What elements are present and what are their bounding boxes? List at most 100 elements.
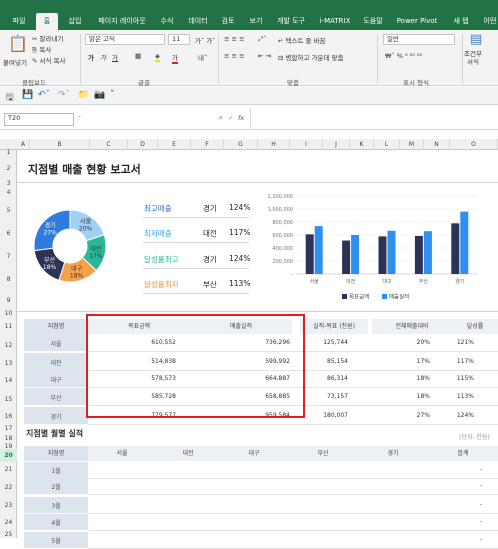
column-header-L[interactable]: L: [374, 139, 400, 150]
tab-10[interactable]: 도움말: [358, 13, 388, 30]
tab-12[interactable]: 새 탭: [446, 13, 476, 30]
number-format-select[interactable]: 일반: [383, 34, 455, 45]
row-header-4[interactable]: 4: [0, 187, 17, 199]
tab-9[interactable]: i-MATRIX: [316, 13, 354, 30]
bold-button[interactable]: 가: [88, 52, 94, 62]
redo-icon[interactable]: ↷ˇ: [58, 90, 70, 100]
save-icon[interactable]: 🖫: [6, 90, 14, 106]
share-donut-chart[interactable]: 서울20%대전17%대구18%부산18%경기27%: [20, 196, 120, 296]
font-color-button[interactable]: 가: [172, 52, 178, 64]
column-header-O[interactable]: O: [450, 139, 498, 150]
tab-4[interactable]: 수식: [155, 13, 179, 30]
conditional-format-icon[interactable]: ▤: [470, 32, 482, 47]
row-header-20[interactable]: 20: [0, 449, 17, 462]
tab-1[interactable]: 홈: [36, 13, 58, 30]
kpi-divider-1: [143, 242, 249, 243]
row-header-11[interactable]: 11: [0, 318, 17, 336]
customize-qat-icon[interactable]: ˇ: [110, 90, 115, 100]
underline-button[interactable]: 가: [112, 52, 118, 62]
column-header-D[interactable]: D: [128, 139, 158, 150]
font-name-select[interactable]: 맑은 고딕: [85, 34, 165, 45]
row-header-25[interactable]: 25: [0, 532, 17, 538]
quick-access-toolbar: 🖫 💾 ↶ˇ ↷ˇ 📁 📷 ˇ: [0, 87, 498, 105]
align-top-button[interactable]: ≡ ≡ ≡: [224, 35, 244, 43]
row-header-15[interactable]: 15: [0, 390, 17, 409]
row-header-24[interactable]: 24: [0, 514, 17, 532]
tab-2[interactable]: 삽입: [62, 13, 88, 30]
paste-icon[interactable]: 📋: [8, 34, 28, 53]
column-header-K[interactable]: K: [350, 139, 374, 150]
divider: [250, 108, 251, 130]
donut-label-pct-1: 17%: [89, 253, 103, 260]
paste-button[interactable]: 붙여넣기: [3, 57, 27, 67]
tab-11[interactable]: Power Pivot: [393, 13, 441, 30]
orientation-button[interactable]: ⤢ˇ: [258, 35, 266, 44]
tab-0[interactable]: 파일: [6, 13, 32, 30]
confirm-icon[interactable]: ✓: [228, 114, 233, 122]
table-header-4: 전체매출대비: [372, 319, 452, 334]
kpi-label-2: 달성률최고: [144, 255, 179, 264]
conditional-format-button[interactable]: 조건부 서식: [464, 50, 482, 66]
column-header-J[interactable]: J: [323, 139, 350, 150]
fill-color-button[interactable]: ◈: [155, 52, 160, 62]
italic-button[interactable]: 가: [100, 52, 106, 62]
tab-3[interactable]: 페이지 레이아웃: [93, 13, 151, 30]
save-icon-2[interactable]: 💾: [22, 90, 33, 100]
name-box-dropdown-icon[interactable]: ˇ: [78, 115, 81, 123]
copy-button[interactable]: ⎘ 복사: [32, 44, 51, 55]
fill-color-icon: ◈: [155, 52, 160, 62]
row-header-6[interactable]: 6: [0, 223, 17, 245]
row-header-9[interactable]: 9: [0, 291, 17, 310]
row-header-23[interactable]: 23: [0, 497, 17, 514]
phonetic-button[interactable]: 내ˇ: [198, 52, 207, 62]
row-header-14[interactable]: 14: [0, 372, 17, 390]
row-header-7[interactable]: 7: [0, 245, 17, 268]
row-header-17[interactable]: 17: [0, 424, 17, 433]
column-header-G[interactable]: G: [224, 139, 258, 150]
cancel-icon[interactable]: ✕: [218, 114, 223, 122]
table-cell: 121%: [456, 339, 474, 346]
tab-7[interactable]: 보기: [244, 13, 268, 30]
row-header-12[interactable]: 12: [0, 336, 17, 355]
row-header-21[interactable]: 21: [0, 462, 17, 478]
insert-function-button[interactable]: fx: [238, 114, 244, 122]
column-header-M[interactable]: M: [400, 139, 424, 150]
column-header-E[interactable]: E: [158, 139, 191, 150]
row-header-8[interactable]: 8: [0, 268, 17, 291]
row-header-22[interactable]: 22: [0, 478, 17, 497]
align-left-button[interactable]: ≡ ≡ ≡: [224, 52, 244, 60]
number-format-buttons[interactable]: ₩ˇ % ⁹ ⁰⁰ ⁰⁰: [385, 52, 422, 60]
column-header-H[interactable]: H: [258, 139, 290, 150]
target-vs-sales-bar-chart[interactable]: 1,200,000 1,000,000 800,000 600,000 400,000 2…: [258, 186, 483, 306]
column-header-B[interactable]: B: [30, 139, 90, 150]
camera-icon[interactable]: 📷: [94, 90, 105, 100]
tab-13[interactable]: 어떤: [480, 13, 498, 30]
open-icon[interactable]: 📁: [78, 90, 89, 100]
table-cell: 73,157: [327, 393, 348, 400]
column-header-A[interactable]: A: [17, 139, 30, 150]
column-header-F[interactable]: F: [191, 139, 224, 150]
format-painter-button[interactable]: ✎ 서식 복사: [32, 55, 66, 65]
table-cell: 18%: [416, 375, 430, 382]
tab-5[interactable]: 데이터: [183, 13, 213, 30]
legend-swatch-0: [342, 294, 347, 299]
column-header-C[interactable]: C: [90, 139, 128, 150]
tab-6[interactable]: 검토: [216, 13, 240, 30]
row-header-10[interactable]: 10: [0, 310, 17, 318]
column-header-N[interactable]: N: [424, 139, 450, 150]
border-button[interactable]: ▦: [135, 52, 141, 60]
indent-button[interactable]: ⇤ ⇥: [258, 52, 271, 60]
column-header-I[interactable]: I: [290, 139, 323, 150]
merge-center-button[interactable]: ⊟ 병합하고 가운데 맞춤: [278, 52, 343, 62]
row-header-16[interactable]: 16: [0, 409, 17, 424]
row-header-13[interactable]: 13: [0, 355, 17, 372]
tab-8[interactable]: 개발 도구: [271, 13, 311, 30]
cut-button[interactable]: ✂ 잘라내기: [32, 33, 63, 43]
font-size-select[interactable]: 11: [168, 34, 190, 45]
row-header-2[interactable]: 2: [0, 156, 17, 181]
undo-icon[interactable]: ↶ˇ: [38, 90, 50, 100]
name-box[interactable]: T20: [4, 113, 74, 126]
row-header-5[interactable]: 5: [0, 199, 17, 223]
wrap-text-button[interactable]: ↵ 텍스트 줄 바꿈: [278, 35, 326, 45]
font-grow-button[interactable]: 가ˆ 가ˇ: [195, 35, 216, 45]
